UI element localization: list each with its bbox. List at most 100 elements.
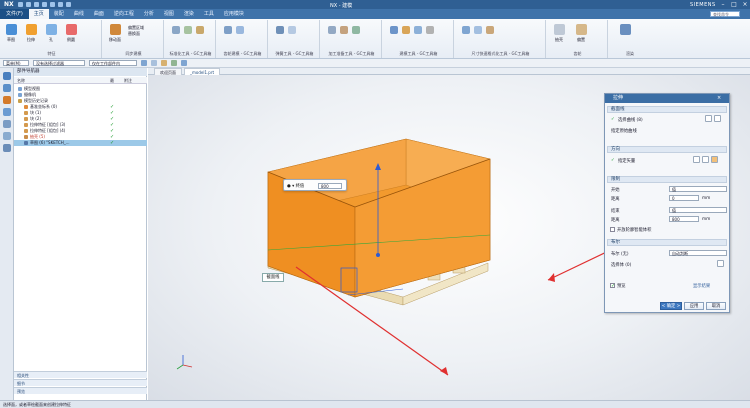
sketch-icon[interactable] — [6, 24, 17, 35]
hole-icon[interactable] — [46, 24, 57, 35]
hole-button[interactable]: 孔 — [43, 37, 59, 43]
selection-filter-dropdown[interactable]: 没有选择过滤器 — [33, 60, 85, 66]
sketch-button[interactable]: 草图 — [3, 37, 19, 43]
screen-input-box[interactable]: ● ▾ 终值 800 — [283, 179, 347, 191]
shell-button[interactable]: 抽壳 — [551, 37, 567, 43]
redo-icon[interactable] — [34, 2, 39, 7]
column-latest[interactable]: 最 — [110, 77, 114, 84]
minimize-button[interactable]: – — [718, 1, 728, 8]
end-distance-input[interactable]: 800 — [318, 183, 342, 189]
tab-analysis[interactable]: 分析 — [139, 9, 159, 19]
constraint-navigator-icon[interactable] — [3, 96, 11, 104]
offset-button[interactable]: 偏置 — [573, 37, 589, 43]
spring-icon[interactable] — [276, 26, 284, 34]
vector-dialog-icon[interactable] — [702, 156, 709, 163]
tree-row-selected[interactable]: 草图 (6) "SKETCH_... ✓ — [14, 140, 147, 146]
undo-icon[interactable] — [26, 2, 31, 7]
maximize-button[interactable]: □ — [729, 1, 739, 8]
section-curve-icon[interactable] — [714, 115, 721, 122]
dimension-icon[interactable] — [462, 26, 470, 34]
machining-icon[interactable] — [352, 26, 360, 34]
modeling-tool-icon[interactable] — [402, 26, 410, 34]
tab-surface[interactable]: 曲面 — [89, 9, 109, 19]
tab-assembly[interactable]: 装配 — [49, 9, 69, 19]
copy-icon[interactable] — [50, 2, 55, 7]
limits-header[interactable]: 限制 — [607, 176, 727, 183]
tab-curve[interactable]: 曲线 — [69, 9, 89, 19]
modeling-tool-icon[interactable] — [414, 26, 422, 34]
history-icon[interactable] — [3, 132, 11, 140]
ok-button[interactable]: < 确定 > — [660, 302, 682, 310]
extrude-button[interactable]: 拉伸 — [23, 37, 39, 43]
selection-scope-dropdown[interactable]: 仅在工作部件内 — [89, 60, 137, 66]
quick-access-toolbar[interactable] — [18, 2, 78, 7]
cancel-button[interactable]: 取消 — [706, 302, 726, 310]
end-type-dropdown[interactable]: 值 — [669, 207, 727, 213]
standard-tool-icon[interactable] — [184, 26, 192, 34]
open-profile-checkbox[interactable] — [610, 227, 615, 232]
tab-render[interactable]: 渲染 — [179, 9, 199, 19]
accordion-dependencies[interactable]: 相关性 — [14, 371, 147, 378]
machining-icon[interactable] — [340, 26, 348, 34]
boolean-dropdown[interactable]: 自动判断 — [669, 250, 727, 256]
tab-model[interactable]: _model1.prt — [184, 68, 221, 75]
move-face-button[interactable]: 移动面 — [107, 37, 123, 43]
section-sketch-icon[interactable] — [705, 115, 712, 122]
standard-tool-icon[interactable] — [172, 26, 180, 34]
snap-icon[interactable] — [141, 60, 147, 66]
blend-button[interactable]: 倒圆 — [63, 37, 79, 43]
start-distance-input[interactable]: 0 — [669, 195, 699, 201]
snap-icon[interactable] — [171, 60, 177, 66]
modeling-tool-icon[interactable] — [390, 26, 398, 34]
close-button[interactable]: × — [740, 1, 750, 8]
roles-icon[interactable] — [3, 144, 11, 152]
tab-tools[interactable]: 工具 — [199, 9, 219, 19]
web-browser-icon[interactable] — [3, 120, 11, 128]
apply-button[interactable]: 应用 — [684, 302, 704, 310]
menu-dropdown[interactable]: 菜单(M) — [3, 60, 29, 66]
extrude-icon[interactable] — [26, 24, 37, 35]
end-type-dropdown[interactable]: ● ▾ 终值 — [287, 183, 304, 189]
cut-icon[interactable] — [42, 2, 47, 7]
end-distance-field[interactable]: 800 — [669, 216, 699, 222]
standard-tool-icon[interactable] — [196, 26, 204, 34]
window-icon[interactable] — [66, 2, 71, 7]
machining-icon[interactable] — [328, 26, 336, 34]
tab-view[interactable]: 视图 — [159, 9, 179, 19]
column-note[interactable]: 附注 — [124, 77, 132, 84]
blend-icon[interactable] — [66, 24, 77, 35]
start-unit[interactable]: mm — [702, 196, 710, 201]
accordion-details[interactable]: 细节 — [14, 379, 147, 386]
snap-icon[interactable] — [181, 60, 187, 66]
offset-icon[interactable] — [576, 24, 587, 35]
show-result-link[interactable]: 显示结果 — [693, 283, 710, 289]
part-navigator-icon[interactable] — [3, 72, 11, 80]
modeling-tool-icon[interactable] — [426, 26, 434, 34]
move-face-icon[interactable] — [110, 24, 121, 35]
reuse-library-icon[interactable] — [3, 108, 11, 116]
spring-icon[interactable] — [288, 26, 296, 34]
column-name[interactable]: 名称 — [17, 77, 25, 84]
tab-reverse-engineering[interactable]: 逆向工程 — [109, 9, 139, 19]
tab-welcome[interactable]: 欢迎页面 — [154, 68, 182, 75]
shell-icon[interactable] — [554, 24, 565, 35]
reverse-direction-icon[interactable] — [693, 156, 700, 163]
assembly-navigator-icon[interactable] — [3, 84, 11, 92]
snap-icon[interactable] — [161, 60, 167, 66]
vector-type-icon[interactable] — [711, 156, 718, 163]
direction-header[interactable]: 方向 — [607, 146, 727, 153]
dimension-icon[interactable] — [486, 26, 494, 34]
render-icon[interactable] — [620, 24, 631, 35]
preview-checkbox[interactable]: ✓ — [610, 283, 615, 289]
snap-icon[interactable] — [151, 60, 157, 66]
dialog-close-icon[interactable]: × — [717, 95, 721, 101]
gear-icon[interactable] — [224, 26, 232, 34]
gear-icon[interactable] — [236, 26, 244, 34]
select-body-icon[interactable] — [717, 260, 724, 267]
dimension-icon[interactable] — [474, 26, 482, 34]
section-header[interactable]: 截面线 — [607, 106, 727, 113]
end-unit[interactable]: mm — [702, 217, 710, 222]
accordion-preview[interactable]: 预览 — [14, 387, 147, 394]
replace-face-button[interactable]: 替换面 — [128, 31, 162, 37]
boolean-header[interactable]: 布尔 — [607, 239, 727, 246]
